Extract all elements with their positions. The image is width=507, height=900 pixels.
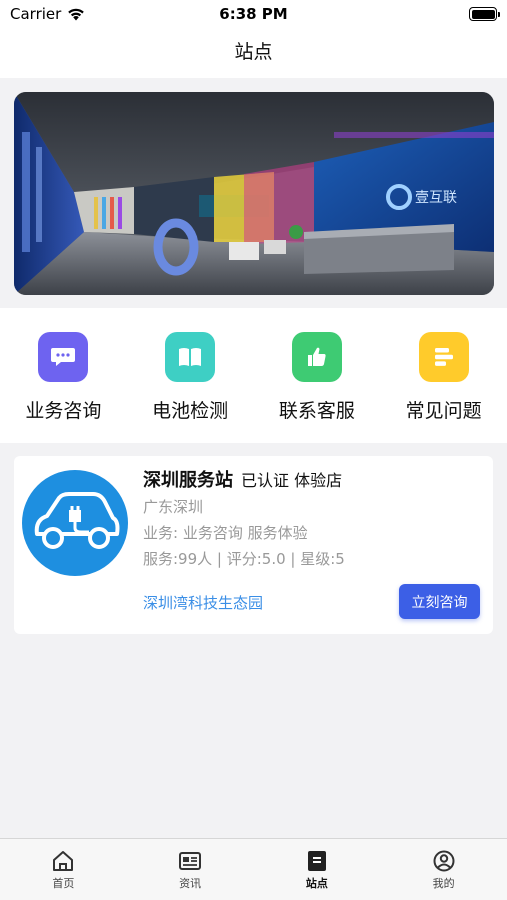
quick-item-faq[interactable]: 常见问题 (380, 308, 507, 443)
station-name: 深圳服务站 (143, 470, 233, 491)
station-tags: 已认证 体验店 (241, 471, 343, 490)
banner-logo-text: 壹互联 (415, 190, 457, 206)
status-bar: Carrier 6:38 PM (0, 0, 507, 30)
electric-car-icon (34, 492, 120, 549)
list-icon (418, 332, 469, 382)
station-avatar (22, 470, 128, 576)
thumbs-up-icon (291, 332, 342, 382)
tab-home[interactable]: 首页 (0, 839, 127, 900)
page-title: 站点 (0, 30, 507, 78)
battery-icon (469, 7, 500, 21)
banner-image[interactable]: 壹互联 (14, 92, 494, 295)
quick-menu: 业务咨询 电池检测 联系客服 常见问题 (0, 308, 507, 443)
tab-label: 我的 (432, 877, 455, 890)
tab-label: 资讯 (179, 877, 202, 890)
consult-now-button[interactable]: 立刻咨询 (399, 584, 480, 619)
quick-label: 联系客服 (278, 400, 355, 422)
banner-section: 壹互联 (0, 78, 507, 308)
tab-bar: 首页 资讯 站点 我的 (0, 838, 507, 900)
quick-item-battery-test[interactable]: 电池检测 (127, 308, 254, 443)
office-lobby-photo: 壹互联 (14, 92, 494, 295)
station-location-link[interactable]: 深圳湾科技生态园 (143, 592, 263, 613)
quick-label: 常见问题 (405, 400, 482, 422)
news-icon (179, 852, 202, 870)
quick-item-contact-service[interactable]: 联系客服 (254, 308, 381, 443)
tab-station[interactable]: 站点 (254, 839, 381, 900)
station-card[interactable]: 深圳服务站 已认证 体验店 广东深圳 业务: 业务咨询 服务体验 服务:99人 … (14, 456, 493, 634)
station-business: 业务: 业务咨询 服务体验 (143, 524, 308, 542)
quick-item-business-consult[interactable]: 业务咨询 (0, 308, 127, 443)
quick-label: 电池检测 (152, 400, 229, 422)
station-name-row: 深圳服务站 已认证 体验店 (143, 466, 342, 492)
tab-label: 首页 (52, 877, 75, 890)
station-stats: 服务:99人 | 评分:5.0 | 星级:5 (143, 550, 345, 568)
book-icon (165, 332, 216, 382)
tab-profile[interactable]: 我的 (380, 839, 507, 900)
quick-label: 业务咨询 (25, 400, 102, 422)
station-icon (307, 851, 326, 871)
status-time: 6:38 PM (219, 5, 288, 23)
tab-news[interactable]: 资讯 (127, 839, 254, 900)
tab-label: 站点 (305, 877, 328, 890)
station-region: 广东深圳 (143, 498, 204, 516)
chat-bubble-icon (38, 332, 89, 382)
user-icon (433, 850, 455, 872)
home-icon (53, 851, 74, 871)
